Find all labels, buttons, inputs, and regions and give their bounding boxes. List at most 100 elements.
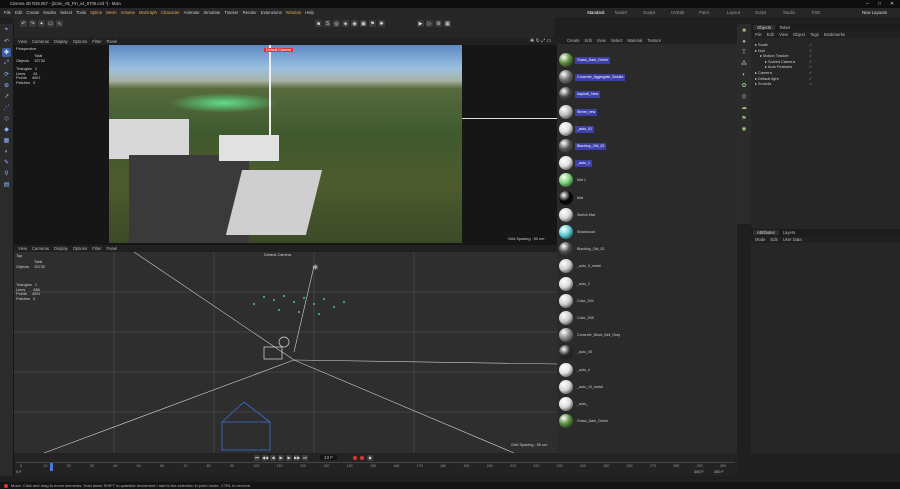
menu-window[interactable]: Window — [286, 8, 301, 17]
generator-icon[interactable]: ◎ — [333, 20, 340, 27]
max-frame-field[interactable]: 300 F — [714, 470, 724, 474]
material-preview[interactable] — [559, 379, 573, 394]
tab-attributes[interactable]: Attributes — [753, 230, 779, 235]
viewport-menu-display[interactable]: Display — [54, 39, 68, 44]
menu-extensions[interactable]: Extensions — [261, 8, 282, 17]
end-frame-field[interactable]: 300 F — [694, 470, 704, 474]
material-name[interactable]: Concrete_Block_Bell_Gray — [575, 332, 622, 339]
material-preview[interactable] — [559, 293, 573, 308]
go-to-end-icon[interactable]: ⏭ — [302, 454, 308, 461]
tab-objects[interactable]: Objects — [753, 25, 776, 30]
viewport-menu-panel[interactable]: Panel — [107, 246, 118, 251]
viewport-menu-panel[interactable]: Panel — [107, 39, 118, 44]
viewport-menu-display[interactable]: Display — [54, 246, 68, 251]
menu-character[interactable]: Character — [161, 8, 180, 17]
material-name[interactable]: Blacktop_Old_02 — [575, 143, 607, 150]
timeline-ruler[interactable]: 0 10 20 30 40 50 60 70 80 90 100 110 120 130 140 150 160… — [16, 462, 735, 471]
viewport-perspective[interactable]: View Cameras Display Options Filter Panel Per… — [14, 38, 557, 245]
material-preview[interactable] — [559, 190, 573, 205]
coordinates-icon[interactable]: ⊕ — [2, 81, 11, 90]
menu-spline[interactable]: Spline — [90, 8, 102, 17]
text-icon[interactable]: T — [740, 48, 749, 57]
tab-takes[interactable]: Takes — [775, 25, 794, 30]
object-row[interactable]: ▸ Zone4d ✓ — [751, 81, 900, 87]
material-name[interactable]: Color_008 — [575, 315, 596, 322]
material-name[interactable]: _auto_4 — [575, 367, 592, 374]
tab-layers[interactable]: Layers — [779, 230, 800, 235]
material-preview[interactable] — [559, 104, 573, 119]
camera-icon[interactable]: ⚑ — [740, 114, 749, 123]
points-mode-icon[interactable]: ⋰ — [2, 103, 11, 112]
viewport-menu-view[interactable]: View — [18, 39, 27, 44]
effector-icon[interactable]: ✿ — [740, 81, 749, 90]
spline-icon[interactable]: S — [324, 20, 331, 27]
go-to-start-icon[interactable]: ⏮ — [254, 454, 260, 461]
autokey-icon[interactable] — [360, 455, 365, 460]
layout-standard[interactable]: Standard — [587, 8, 604, 17]
object-menu-bookmarks[interactable]: Bookmarks — [824, 32, 845, 37]
layout-paint[interactable]: Paint — [699, 8, 709, 17]
menu-mesh[interactable]: Mesh — [106, 8, 117, 17]
menu-create[interactable]: Create — [26, 8, 39, 17]
material-menu-edit[interactable]: Edit — [585, 38, 592, 43]
bend-icon[interactable]: ◐ — [740, 70, 749, 79]
layout-script[interactable]: Script — [755, 8, 766, 17]
viewport-menu-options[interactable]: Options — [73, 39, 87, 44]
material-name[interactable]: _auto_1 — [575, 160, 592, 168]
object-menu-object[interactable]: Object — [793, 32, 805, 37]
material-menu-select[interactable]: Select — [611, 38, 623, 43]
attributes-menu-mode[interactable]: Mode — [755, 237, 765, 242]
material-preview[interactable] — [559, 276, 573, 291]
attributes-menu-user-data[interactable]: User Data — [783, 237, 802, 242]
scene-icon[interactable]: ▣ — [360, 20, 367, 27]
undo-button-icon[interactable]: ↶ — [20, 20, 27, 27]
viewport-menu-options[interactable]: Options — [73, 246, 87, 251]
menu-modes[interactable]: Modes — [43, 8, 56, 17]
visibility-check-icon[interactable]: ✓ — [809, 81, 812, 87]
material-preview[interactable] — [559, 70, 573, 85]
workplane-icon[interactable]: ▤ — [2, 180, 11, 189]
material-menu-create[interactable]: Create — [567, 38, 580, 43]
menu-volume[interactable]: Volume — [121, 8, 135, 17]
menu-select[interactable]: Select — [60, 8, 72, 17]
menu-animate[interactable]: Animate — [184, 8, 200, 17]
select-tool-icon[interactable]: ⌖ — [2, 26, 11, 35]
menu-file[interactable]: File — [4, 8, 11, 17]
viewport-nav-icons[interactable]: ✥ ↻ ⤢ ▭ — [530, 38, 551, 44]
deformer-icon[interactable]: ◈ — [342, 20, 349, 27]
material-name[interactable]: Blacktop_Old_02 — [575, 246, 606, 253]
material-name[interactable]: Grass_Dark_Green — [575, 57, 611, 64]
environment-icon[interactable]: ☁ — [740, 103, 749, 112]
new-layouts-button[interactable]: New Layouts — [862, 8, 887, 17]
material-preview[interactable] — [559, 139, 573, 153]
material-name[interactable]: _auto_05 — [575, 349, 594, 356]
material-menu-material[interactable]: Material — [627, 38, 642, 43]
viewport-menu-filter[interactable]: Filter — [92, 246, 101, 251]
layout-studio[interactable]: Studio — [783, 8, 795, 17]
minimize-icon[interactable]: – — [866, 0, 869, 8]
scale-tool-icon[interactable]: ⤢ — [2, 59, 11, 68]
material-name[interactable]: Mat 1 — [575, 177, 588, 184]
layout-layout[interactable]: Layout — [727, 8, 740, 17]
record-icon[interactable] — [353, 455, 358, 460]
keyframe-icon[interactable]: ◆ — [367, 454, 374, 461]
field-shape-icon[interactable]: ◎ — [740, 92, 749, 101]
light-icon[interactable]: ✺ — [740, 125, 749, 134]
menu-mograph[interactable]: MoGraph — [139, 8, 157, 17]
sphere-icon[interactable]: ● — [740, 37, 749, 46]
material-name[interactable]: Grass_Dark_Green — [575, 418, 610, 425]
material-name[interactable]: Color_004 — [575, 298, 596, 305]
material-preview[interactable] — [559, 242, 573, 257]
axis-icon[interactable]: ↗ — [2, 92, 11, 101]
move-tool-icon[interactable]: ✥ — [2, 48, 11, 57]
material-preview[interactable] — [559, 414, 573, 429]
next-key-icon[interactable]: ▶▶ — [294, 454, 300, 461]
playhead[interactable] — [50, 463, 54, 471]
material-name[interactable]: _auto_ — [575, 401, 590, 408]
material-preview[interactable] — [559, 328, 573, 343]
light-create-icon[interactable]: ✺ — [378, 20, 385, 27]
render-settings-icon[interactable]: ⚙ — [435, 20, 442, 27]
material-preview[interactable] — [559, 362, 573, 377]
material-preview[interactable] — [559, 259, 573, 274]
menu-tools[interactable]: Tools — [76, 8, 86, 17]
